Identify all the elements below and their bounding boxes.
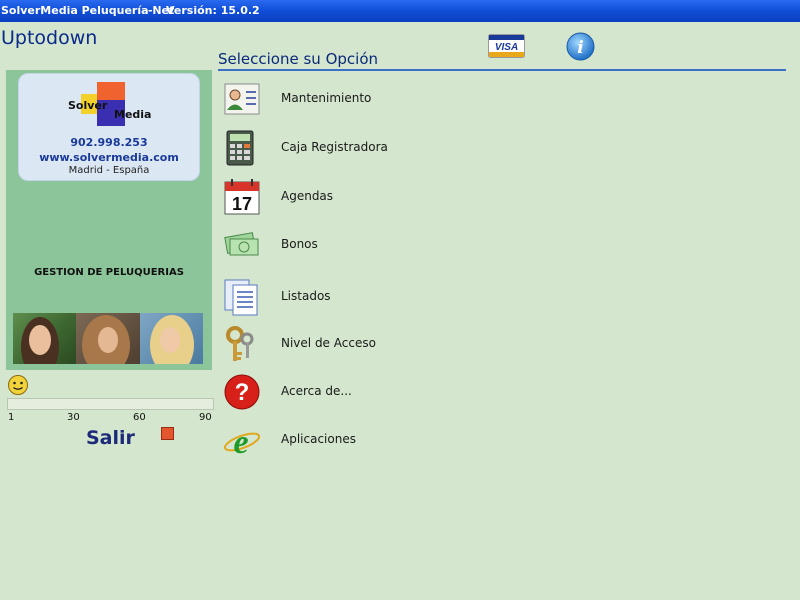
- company-website: www.solvermedia.com: [39, 151, 179, 164]
- exit-button[interactable]: Salir: [86, 427, 135, 449]
- progress-bar: [7, 398, 214, 410]
- menu-item-acerca-de[interactable]: ? Acerca de...: [222, 372, 522, 412]
- title-divider: [218, 69, 786, 71]
- menu-label: Listados: [281, 289, 331, 303]
- svg-text:VISA: VISA: [495, 42, 518, 53]
- documents-icon: [224, 279, 258, 316]
- svg-text:?: ?: [235, 379, 250, 406]
- small-close-icon[interactable]: [161, 427, 174, 440]
- menu-item-bonos[interactable]: Bonos: [222, 225, 522, 265]
- menu-label: Agendas: [281, 189, 334, 203]
- app-version: Versión: 15.0.2: [166, 4, 260, 17]
- money-icon: [224, 232, 259, 256]
- company-phone: 902.998.253: [70, 136, 148, 149]
- smiley-icon: [8, 375, 28, 395]
- help-icon: ?: [224, 374, 260, 410]
- photo-strip: [13, 313, 203, 364]
- page-title: Seleccione su Opción: [218, 50, 379, 68]
- internet-explorer-icon: e: [223, 424, 261, 460]
- tick-label: 30: [67, 412, 80, 423]
- menu-item-mantenimiento[interactable]: Mantenimiento: [222, 79, 522, 119]
- contact-card-icon: [224, 83, 260, 115]
- calendar-icon: 17: [224, 179, 260, 215]
- svg-text:i: i: [577, 38, 583, 58]
- company-location: Madrid - España: [68, 165, 150, 176]
- svg-text:e: e: [233, 424, 248, 460]
- product-name: GESTION DE PELUQUERIAS: [34, 267, 184, 278]
- calendar-day: 17: [232, 194, 252, 214]
- photo-1: [13, 313, 77, 364]
- menu-label: Nivel de Acceso: [281, 336, 376, 350]
- menu-item-agendas[interactable]: 17 Agendas: [222, 177, 522, 217]
- title-separator: -: [148, 4, 153, 17]
- menu-label: Mantenimiento: [281, 91, 372, 105]
- calculator-icon: [226, 130, 254, 166]
- company-panel: Solver Media 902.998.253 www.solvermedia…: [6, 70, 212, 370]
- tick-label: 1: [8, 412, 15, 423]
- menu-label: Bonos: [281, 237, 318, 251]
- window-titlebar: SolverMedia Peluquería Net - Versión: 15…: [0, 0, 800, 22]
- menu-label: Aplicaciones: [281, 432, 356, 446]
- logo-word-1: Solver: [68, 99, 108, 112]
- info-icon[interactable]: i: [566, 32, 595, 61]
- brand-watermark: Uptodown: [1, 27, 98, 49]
- company-logo: Solver Media: [67, 82, 151, 127]
- tick-label: 60: [133, 412, 146, 423]
- menu-label: Caja Registradora: [281, 140, 388, 154]
- menu-item-listados[interactable]: Listados: [222, 277, 522, 317]
- photo-3: [139, 313, 203, 364]
- menu-item-nivel-de-acceso[interactable]: Nivel de Acceso: [222, 324, 522, 364]
- menu-item-aplicaciones[interactable]: e Aplicaciones: [222, 420, 522, 460]
- visa-card-icon[interactable]: VISA: [488, 34, 525, 58]
- photo-2: [76, 313, 140, 364]
- tick-label: 90: [199, 412, 212, 423]
- company-card: Solver Media 902.998.253 www.solvermedia…: [18, 73, 200, 181]
- keys-icon: [226, 326, 254, 361]
- menu-item-caja-registradora[interactable]: Caja Registradora: [222, 128, 522, 168]
- menu-label: Acerca de...: [281, 384, 352, 398]
- logo-word-2: Media: [114, 108, 152, 121]
